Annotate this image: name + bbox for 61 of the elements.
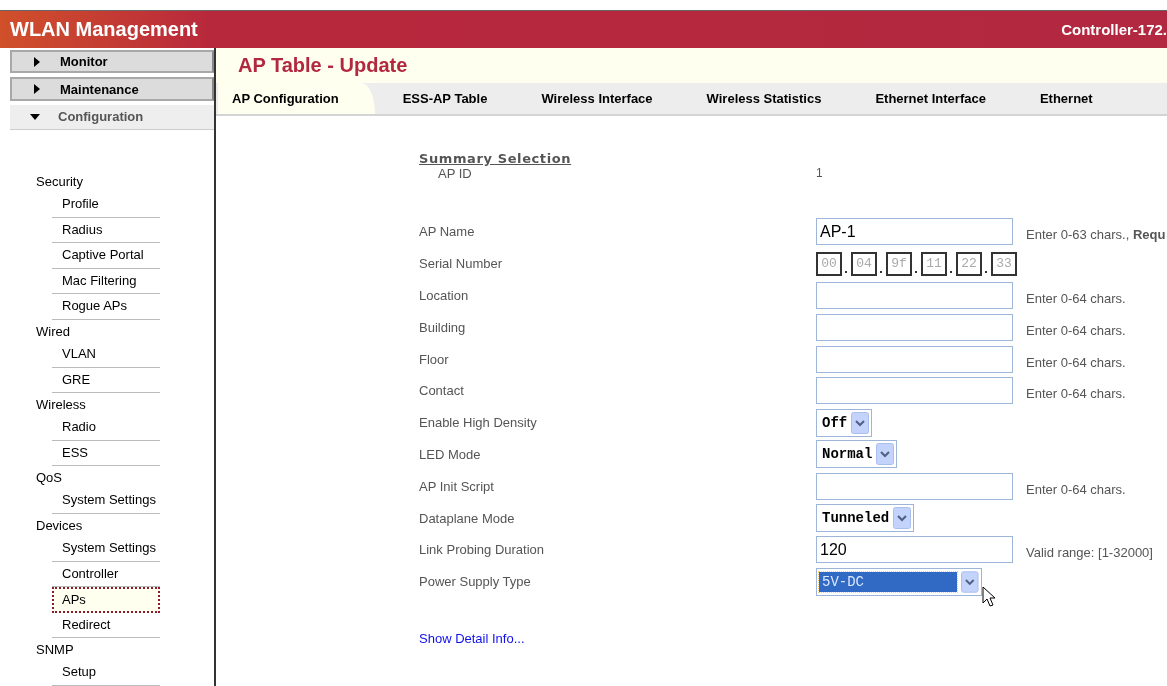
- show-detail-link[interactable]: Show Detail Info...: [419, 630, 525, 646]
- nav-item[interactable]: System Settings: [52, 488, 160, 514]
- nav-item[interactable]: Profile: [52, 192, 160, 218]
- controller-name: Controller-172.: [1061, 21, 1167, 38]
- nav-item[interactable]: Rogue APs: [52, 294, 160, 321]
- field-label: Serial Number: [419, 256, 504, 272]
- nav-group: Devices: [36, 514, 214, 536]
- tab[interactable]: Wireless Interface: [527, 83, 679, 114]
- menu-section[interactable]: Configuration: [10, 104, 214, 131]
- nav-group: SNMP: [36, 638, 214, 661]
- field-value: 1: [816, 166, 823, 180]
- field-label: Link Probing Duration: [419, 542, 546, 558]
- field-label: AP Init Script: [419, 478, 495, 494]
- tab[interactable]: ESS-AP Table: [388, 83, 514, 114]
- page-title: AP Table - Update: [238, 54, 408, 77]
- field-label: Location: [419, 288, 470, 303]
- nav-item[interactable]: System Settings: [52, 536, 160, 562]
- field-hint: Valid range: [1-32000]: [1026, 545, 1153, 561]
- app-title: WLAN Management: [9, 18, 198, 41]
- field-label: Dataplane Mode: [419, 510, 516, 526]
- nav-item[interactable]: Redirect: [52, 612, 160, 639]
- nav-item[interactable]: Captive Portal: [52, 243, 160, 269]
- field-label: Building: [419, 319, 467, 335]
- nav-item[interactable]: Radio: [52, 415, 160, 441]
- nav-item[interactable]: Radius: [52, 217, 160, 244]
- menu-section[interactable]: Monitor: [10, 50, 214, 74]
- field-hint: Enter 0-64 chars.: [1026, 354, 1126, 370]
- input-field[interactable]: AP-1: [816, 218, 1013, 246]
- menu-section[interactable]: Maintenance: [10, 77, 214, 101]
- field-hint: Enter 0-63 chars., Requ: [1026, 227, 1166, 243]
- field-hint: Enter 0-64 chars.: [1026, 386, 1126, 402]
- section-title: Summary Selection: [419, 151, 572, 166]
- dropdown[interactable]: 5V-DC: [816, 567, 982, 596]
- field-label: Floor: [419, 351, 450, 367]
- field-hint: Enter 0-64 chars.: [1026, 291, 1126, 306]
- dropdown[interactable]: Normal: [816, 440, 898, 469]
- field-label: AP ID: [437, 166, 473, 181]
- nav-item[interactable]: ESS: [52, 440, 160, 467]
- nav-item[interactable]: VLAN: [52, 342, 160, 368]
- field-label: Power Supply Type: [419, 574, 532, 590]
- dropdown[interactable]: Off: [816, 408, 873, 437]
- tab[interactable]: Wireless Statistics: [692, 83, 848, 114]
- nav-item[interactable]: Mac Filtering: [52, 268, 160, 295]
- nav-item[interactable]: Setup: [52, 660, 160, 686]
- nav-item[interactable]: APs: [52, 587, 160, 613]
- tab[interactable]: Ethernet Interface: [861, 83, 1012, 114]
- field-label: LED Mode: [419, 446, 482, 462]
- nav-group: Wireless: [36, 393, 214, 416]
- dropdown[interactable]: Tunneled: [816, 504, 915, 533]
- nav-group: QoS: [36, 466, 214, 489]
- nav-group: Wired: [36, 320, 214, 343]
- field-label: AP Name: [419, 224, 476, 240]
- input-field[interactable]: 120: [816, 536, 1013, 564]
- nav-group: Security: [36, 170, 214, 193]
- field-hint: Enter 0-64 chars.: [1026, 481, 1126, 497]
- field-label: Contact: [419, 383, 465, 399]
- field-label: Enable High Density: [419, 415, 538, 431]
- tab[interactable]: Ethernet: [1025, 83, 1119, 114]
- tab[interactable]: AP Configuration: [218, 83, 375, 114]
- field-hint: Enter 0-64 chars.: [1026, 322, 1126, 338]
- nav-item[interactable]: GRE: [52, 367, 160, 394]
